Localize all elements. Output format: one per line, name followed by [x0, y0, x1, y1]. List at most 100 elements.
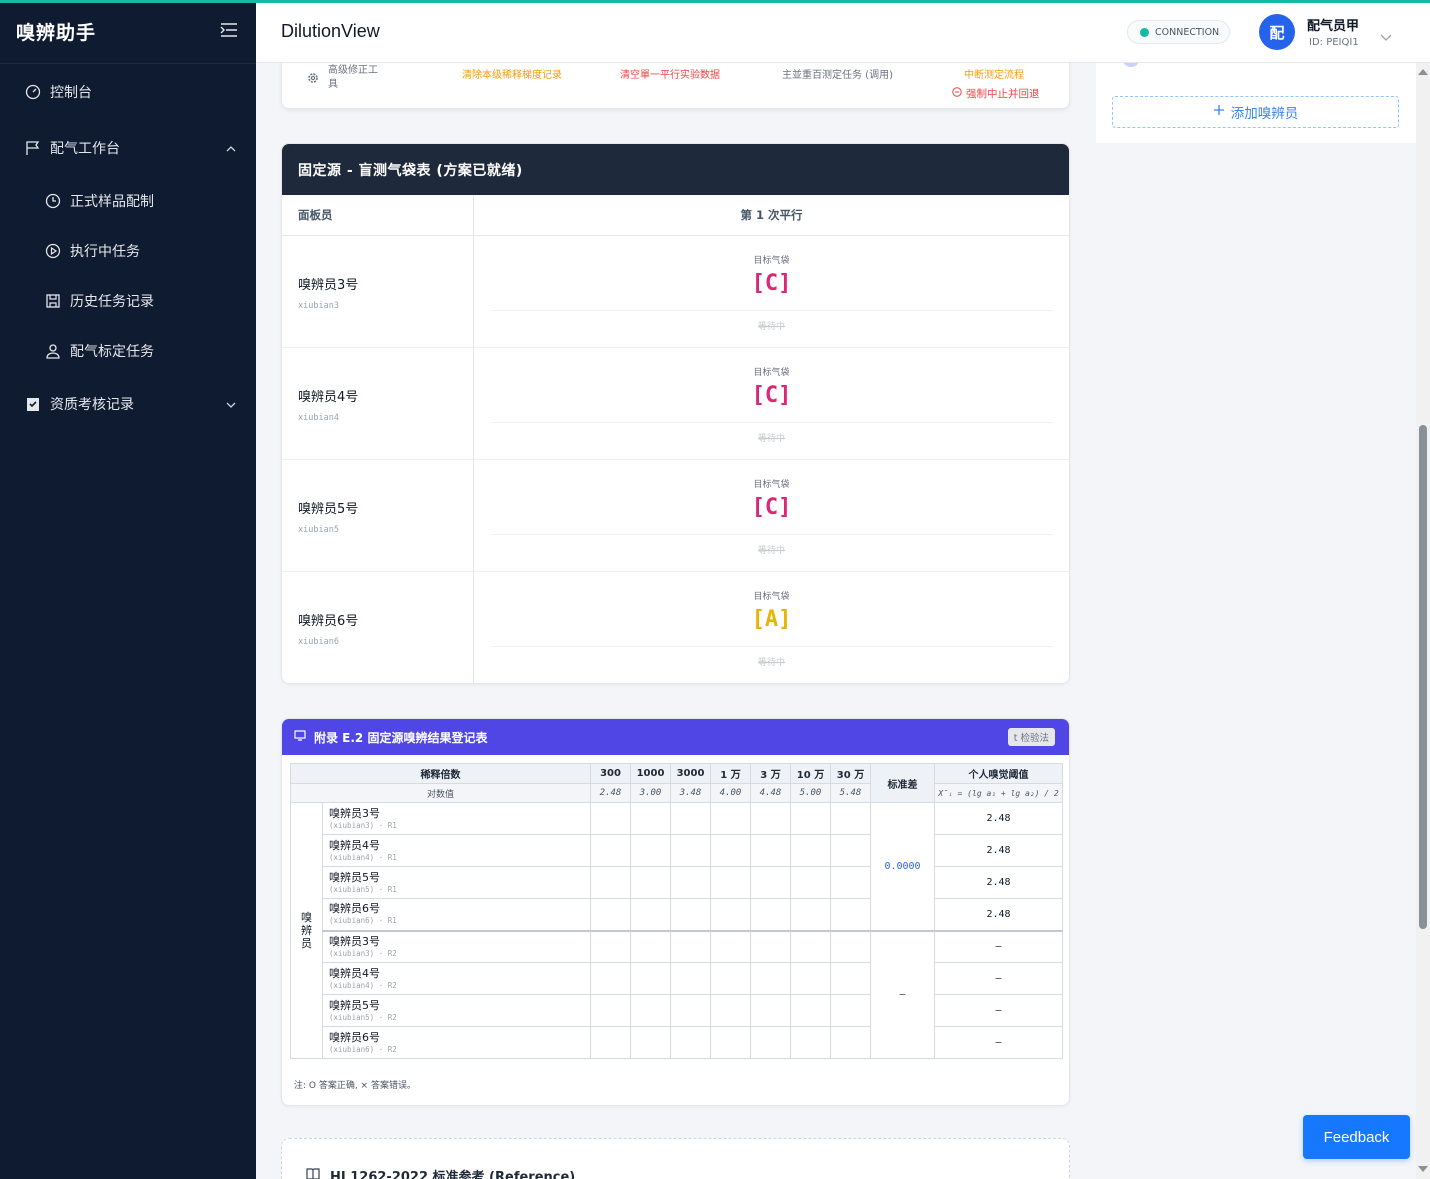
- answer-cell[interactable]: [710, 1026, 751, 1059]
- answer-cell[interactable]: [750, 898, 791, 931]
- dilution-value: 3000: [670, 763, 711, 784]
- threshold-value: 2.48: [934, 866, 1063, 899]
- answer-cell[interactable]: [670, 866, 711, 899]
- answer-cell[interactable]: [830, 962, 871, 995]
- dilution-value: 30 万: [830, 763, 871, 784]
- answer-cell[interactable]: [590, 962, 631, 995]
- app-title: DilutionView: [281, 21, 380, 41]
- answer-cell[interactable]: [710, 866, 751, 899]
- sidebar-item-label: 配气工作台: [50, 141, 120, 157]
- answer-cell[interactable]: [830, 994, 871, 1027]
- panelist-round: (xiubian4) · R1: [329, 852, 397, 862]
- threshold-value: —: [934, 962, 1063, 995]
- answer-cell[interactable]: [590, 898, 631, 931]
- user-name[interactable]: 配气员甲: [1307, 15, 1359, 34]
- sidebar-item-qualification[interactable]: 资质考核记录: [0, 376, 256, 432]
- answer-cell[interactable]: [830, 834, 871, 867]
- answer-cell[interactable]: [750, 962, 791, 995]
- answer-cell[interactable]: [590, 1026, 631, 1059]
- answer-cell[interactable]: [830, 898, 871, 931]
- reset-task-button[interactable]: 主並重百测定任务 (调用): [782, 66, 893, 81]
- sidebar-item-workbench[interactable]: 配气工作台: [0, 120, 256, 176]
- target-bag-label: 目标气袋: [753, 480, 790, 490]
- answer-cell[interactable]: [790, 898, 831, 931]
- answer-cell[interactable]: [590, 866, 631, 899]
- answer-cell[interactable]: [710, 898, 751, 931]
- answer-cell[interactable]: [670, 802, 711, 835]
- panelist-column-header: 面板员: [282, 195, 474, 235]
- answer-cell[interactable]: [790, 930, 831, 963]
- answer-cell[interactable]: [670, 834, 711, 867]
- sidebar-item-dashboard[interactable]: 控制台: [0, 64, 256, 120]
- answer-cell[interactable]: [630, 898, 671, 931]
- scroll-up-arrow-icon[interactable]: [1418, 69, 1428, 75]
- clear-parallel-button[interactable]: 清空單一平行实验数据: [620, 66, 720, 81]
- answer-cell[interactable]: [590, 802, 631, 835]
- clear-gradient-button[interactable]: 清除本级稀释梯度记录: [462, 66, 562, 81]
- answer-cell[interactable]: [630, 962, 671, 995]
- answer-cell[interactable]: [630, 834, 671, 867]
- answer-cell[interactable]: [630, 866, 671, 899]
- answer-cell[interactable]: [670, 1026, 711, 1059]
- answer-cell[interactable]: [790, 962, 831, 995]
- answer-cell[interactable]: [630, 802, 671, 835]
- avatar[interactable]: 配: [1259, 14, 1295, 50]
- answer-cell[interactable]: [590, 994, 631, 1027]
- target-bag-value: [C]: [751, 271, 792, 296]
- table-row: 嗅辨员6号 (xiubian6) · R2 —: [291, 1026, 1063, 1059]
- answer-cell[interactable]: [750, 930, 791, 963]
- answer-cell[interactable]: [670, 898, 711, 931]
- scroll-down-arrow-icon[interactable]: [1418, 1166, 1428, 1172]
- answer-cell[interactable]: [710, 802, 751, 835]
- t-test-button[interactable]: t 检验法: [1007, 728, 1055, 746]
- answer-cell[interactable]: [790, 994, 831, 1027]
- log-value: 5.48: [830, 783, 871, 803]
- sidebar-item-history[interactable]: 历史任务记录: [0, 276, 256, 326]
- clipboard-check-icon: [24, 395, 42, 413]
- answer-cell[interactable]: [670, 994, 711, 1027]
- chevron-down-icon[interactable]: [1380, 27, 1392, 46]
- answer-cell[interactable]: [750, 1026, 791, 1059]
- answer-cell[interactable]: [630, 930, 671, 963]
- force-stop-button[interactable]: 强制中止并回退: [952, 86, 1040, 101]
- interrupt-flow-button[interactable]: 中断测定流程: [964, 66, 1024, 81]
- answer-cell[interactable]: [790, 1026, 831, 1059]
- answer-cell[interactable]: [590, 834, 631, 867]
- answer-cell[interactable]: [790, 802, 831, 835]
- connection-badge: CONNECTION: [1127, 20, 1230, 44]
- appendix-header: 附录 E.2 固定源嗅辨结果登记表 t 检验法: [282, 719, 1069, 755]
- answer-cell[interactable]: [790, 834, 831, 867]
- answer-cell[interactable]: [790, 866, 831, 899]
- answer-cell[interactable]: [830, 866, 871, 899]
- log-value: 2.48: [590, 783, 631, 803]
- menu-fold-icon[interactable]: [220, 22, 238, 41]
- answer-cell[interactable]: [750, 834, 791, 867]
- reference-card[interactable]: HJ 1262-2022 标准参考 (Reference): [281, 1138, 1070, 1179]
- answer-cell[interactable]: [750, 866, 791, 899]
- feedback-button[interactable]: Feedback: [1303, 1115, 1410, 1159]
- answer-cell[interactable]: [670, 930, 711, 963]
- answer-cell[interactable]: [750, 802, 791, 835]
- sidebar-item-running[interactable]: 执行中任务: [0, 226, 256, 276]
- scrollbar-thumb[interactable]: [1419, 425, 1427, 929]
- answer-cell[interactable]: [710, 994, 751, 1027]
- sidebar-item-label: 配气标定任务: [70, 344, 154, 360]
- answer-cell[interactable]: [710, 962, 751, 995]
- panelist-cell: 嗅辨员5号 xiubian5: [282, 460, 474, 571]
- answer-cell[interactable]: [590, 930, 631, 963]
- target-bag-value: [A]: [751, 607, 792, 632]
- panelist-round: (xiubian3) · R1: [329, 820, 397, 830]
- panelist-round: (xiubian5) · R1: [329, 884, 397, 894]
- answer-cell[interactable]: [830, 930, 871, 963]
- answer-cell[interactable]: [630, 1026, 671, 1059]
- answer-cell[interactable]: [630, 994, 671, 1027]
- answer-cell[interactable]: [830, 1026, 871, 1059]
- answer-cell[interactable]: [830, 802, 871, 835]
- sidebar-item-calibration[interactable]: 配气标定任务: [0, 326, 256, 376]
- sidebar-item-formal[interactable]: 正式样品配制: [0, 176, 256, 226]
- answer-cell[interactable]: [670, 962, 711, 995]
- answer-cell[interactable]: [710, 930, 751, 963]
- answer-cell[interactable]: [710, 834, 751, 867]
- answer-cell[interactable]: [750, 994, 791, 1027]
- add-panelist-button[interactable]: 添加嗅辨员: [1112, 96, 1399, 128]
